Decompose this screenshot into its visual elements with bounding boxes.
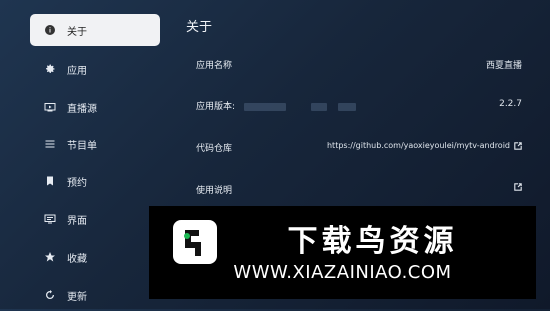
app-version-row[interactable]: 应用版本: 2.2.7 (196, 99, 522, 117)
sidebar-item-label: 预约 (67, 177, 87, 189)
app-name-label: 应用名称 (196, 61, 233, 71)
watermark-banner: 下载鸟资源 WWW.XIAZAINIAO.COM (149, 206, 536, 299)
open-external-icon (514, 183, 522, 191)
usage-guide-label: 使用说明 (196, 186, 233, 196)
watermark-title: 下载鸟资源 (287, 224, 458, 259)
sidebar-item-app[interactable]: 应用 (30, 53, 160, 85)
gear-icon (43, 62, 57, 76)
info-icon (43, 23, 57, 37)
star-icon (43, 250, 57, 264)
app-version-label: 应用版本: (196, 102, 236, 112)
code-repo-label: 代码仓库 (196, 144, 233, 154)
menu-icon (43, 137, 57, 151)
app-name-row[interactable]: 应用名称 西夏直播 (196, 58, 522, 76)
sidebar-item-label: 更新 (67, 291, 87, 303)
sidebar-item-favorites[interactable]: 收藏 (30, 241, 160, 273)
bookmark-icon (43, 174, 57, 188)
sidebar-item-reservation[interactable]: 预约 (30, 165, 160, 197)
sidebar-item-about[interactable]: 关于 (30, 14, 160, 46)
sidebar-item-label: 界面 (67, 215, 87, 227)
screen-icon (43, 212, 57, 226)
app-version-label-wrap: 应用版本: (196, 99, 356, 112)
sidebar-item-program-guide[interactable]: 节目单 (30, 128, 160, 160)
watermark-logo-icon (173, 220, 217, 264)
tv-icon (43, 100, 57, 114)
code-repo-value-wrap: https://github.com/yaoxieyoulei/mytv-and… (327, 141, 522, 150)
sidebar-item-label: 关于 (67, 26, 87, 38)
sidebar-item-label: 收藏 (67, 253, 87, 265)
page-title: 关于 (186, 20, 213, 35)
app-name-value: 西夏直播 (485, 61, 522, 71)
watermark-url: WWW.XIAZAINIAO.COM (233, 262, 452, 283)
code-repo-row[interactable]: 代码仓库 https://github.com/yaoxieyoulei/myt… (196, 141, 522, 159)
refresh-icon (43, 288, 57, 302)
sidebar-item-label: 应用 (67, 65, 87, 77)
redacted-block (337, 102, 356, 111)
redacted-block (243, 102, 286, 111)
sidebar-item-label: 节目单 (67, 140, 97, 152)
sidebar-item-label: 直播源 (67, 103, 97, 115)
usage-guide-value-wrap (510, 183, 522, 191)
app-version-value: 2.2.7 (499, 99, 522, 109)
code-repo-url: https://github.com/yaoxieyoulei/mytv-and… (326, 141, 510, 150)
sidebar-item-interface[interactable]: 界面 (30, 203, 160, 235)
redacted-block (310, 102, 327, 111)
sidebar: 关于 应用 直播源 节目单 预约 界面 收藏 更新 (0, 0, 170, 309)
usage-guide-row[interactable]: 使用说明 (196, 183, 522, 201)
sidebar-item-update[interactable]: 更新 (30, 279, 160, 311)
sidebar-item-live-source[interactable]: 直播源 (30, 91, 160, 123)
open-external-icon (514, 141, 522, 150)
